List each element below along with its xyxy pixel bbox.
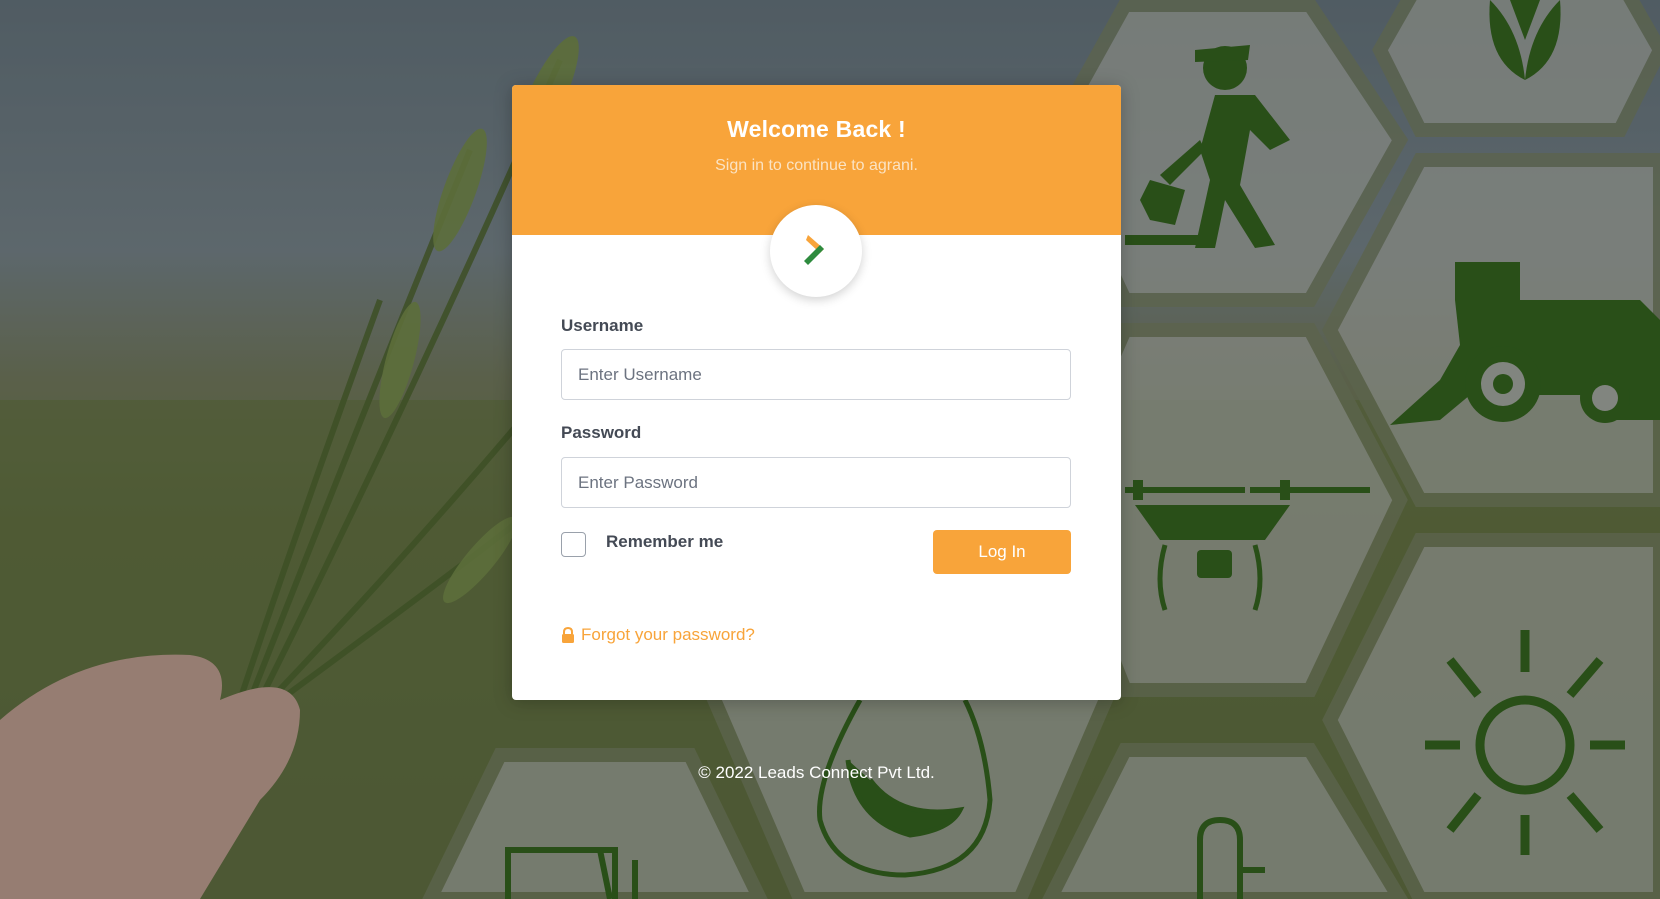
brand-logo — [770, 205, 862, 297]
remember-checkbox[interactable] — [561, 532, 586, 557]
login-card: Welcome Back ! Sign in to continue to ag… — [512, 85, 1121, 700]
welcome-subtitle: Sign in to continue to agrani. — [715, 157, 918, 174]
forgot-password-link[interactable]: Forgot your password? — [561, 625, 755, 645]
password-label: Password — [561, 423, 642, 442]
username-input[interactable] — [561, 349, 1071, 400]
password-input[interactable] — [561, 457, 1071, 508]
remember-label[interactable]: Remember me — [606, 532, 723, 552]
forgot-password-text[interactable]: Forgot your password? — [581, 625, 755, 645]
lock-icon — [562, 626, 574, 643]
username-label: Username — [561, 316, 644, 335]
welcome-title: Welcome Back ! — [727, 116, 906, 142]
brand-logo-icon — [804, 235, 824, 265]
login-button[interactable]: Log In — [933, 530, 1071, 574]
footer-copyright: © 2022 Leads Connect Pvt Ltd. — [698, 763, 935, 782]
